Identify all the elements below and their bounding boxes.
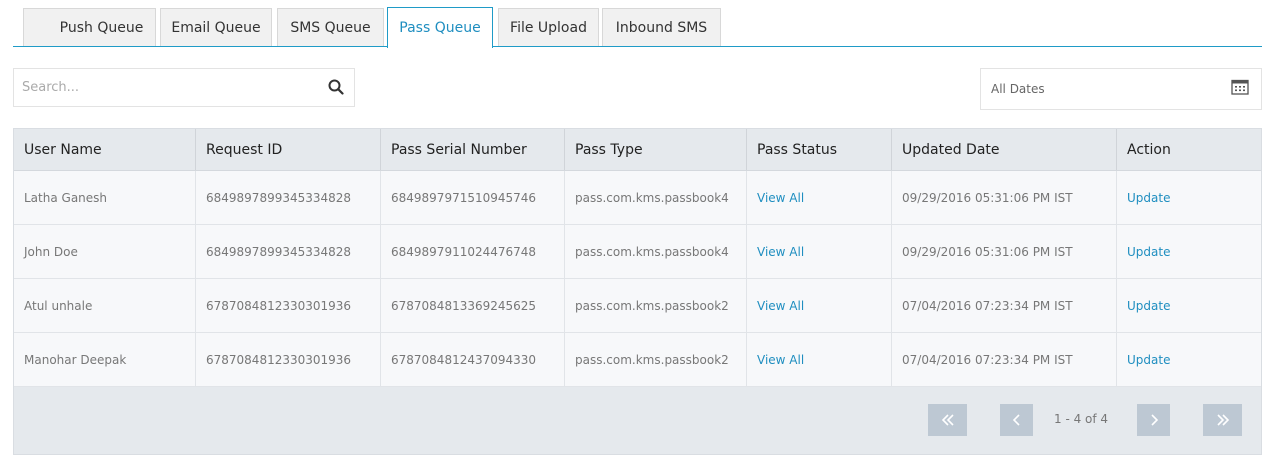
view-all-link[interactable]: View All — [747, 225, 892, 278]
pagination-info: 1 - 4 of 4 — [1054, 412, 1109, 426]
cell-user-name: Latha Ganesh — [14, 171, 196, 224]
table-row: John Doe 6849897899345334828 68498979110… — [14, 225, 1261, 279]
tab-sms-queue[interactable]: SMS Queue — [277, 8, 384, 46]
column-header-pass-type[interactable]: Pass Type — [565, 129, 747, 170]
calendar-icon[interactable] — [1231, 79, 1249, 95]
tab-file-upload[interactable]: File Upload — [498, 8, 599, 46]
first-page-button[interactable] — [928, 404, 967, 436]
chevron-left-icon — [1012, 414, 1020, 426]
cell-serial-number: 6849897911024476748 — [381, 225, 565, 278]
date-filter[interactable]: All Dates — [980, 68, 1262, 110]
pagination-bar: 1 - 4 of 4 — [14, 387, 1261, 454]
update-link[interactable]: Update — [1117, 225, 1261, 278]
cell-serial-number: 6787084813369245625 — [381, 279, 565, 332]
cell-pass-type: pass.com.kms.passbook4 — [565, 225, 747, 278]
pass-queue-table: User Name Request ID Pass Serial Number … — [13, 128, 1262, 455]
view-all-link[interactable]: View All — [747, 279, 892, 332]
update-link[interactable]: Update — [1117, 333, 1261, 386]
update-link[interactable]: Update — [1117, 171, 1261, 224]
cell-user-name: Atul unhale — [14, 279, 196, 332]
cell-request-id: 6787084812330301936 — [196, 333, 381, 386]
cell-updated-date: 07/04/2016 07:23:34 PM IST — [892, 333, 1117, 386]
table-row: Atul unhale 6787084812330301936 67870848… — [14, 279, 1261, 333]
chevron-right-icon — [1150, 414, 1158, 426]
column-header-updated-date[interactable]: Updated Date — [892, 129, 1117, 170]
search-icon[interactable] — [328, 79, 344, 95]
search-box — [13, 68, 355, 107]
cell-updated-date: 09/29/2016 05:31:06 PM IST — [892, 225, 1117, 278]
column-header-action: Action — [1127, 141, 1171, 158]
cell-serial-number: 6787084812437094330 — [381, 333, 565, 386]
update-link[interactable]: Update — [1117, 279, 1261, 332]
column-header-request-id[interactable]: Request ID — [196, 129, 381, 170]
date-filter-label: All Dates — [991, 82, 1045, 96]
cell-user-name: John Doe — [14, 225, 196, 278]
cell-request-id: 6849897899345334828 — [196, 225, 381, 278]
tab-inbound-sms[interactable]: Inbound SMS — [602, 8, 721, 46]
tab-push-queue[interactable]: Push Queue — [23, 8, 156, 46]
cell-serial-number: 6849897971510945746 — [381, 171, 565, 224]
cell-request-id: 6849897899345334828 — [196, 171, 381, 224]
tab-email-queue[interactable]: Email Queue — [160, 8, 272, 46]
view-all-link[interactable]: View All — [747, 333, 892, 386]
last-page-button[interactable] — [1203, 404, 1242, 436]
double-chevron-right-icon — [1216, 414, 1229, 426]
cell-pass-type: pass.com.kms.passbook2 — [565, 279, 747, 332]
cell-updated-date: 07/04/2016 07:23:34 PM IST — [892, 279, 1117, 332]
cell-pass-type: pass.com.kms.passbook2 — [565, 333, 747, 386]
table-row: Manohar Deepak 6787084812330301936 67870… — [14, 333, 1261, 387]
table-row: Latha Ganesh 6849897899345334828 6849897… — [14, 171, 1261, 225]
column-header-pass-status[interactable]: Pass Status — [747, 129, 892, 170]
column-header-pass-serial-number[interactable]: Pass Serial Number — [381, 129, 565, 170]
view-all-link[interactable]: View All — [747, 171, 892, 224]
cell-user-name: Manohar Deepak — [14, 333, 196, 386]
tab-bar: Push Queue Email Queue SMS Queue Pass Qu… — [13, 7, 1262, 48]
cell-request-id: 6787084812330301936 — [196, 279, 381, 332]
cell-updated-date: 09/29/2016 05:31:06 PM IST — [892, 171, 1117, 224]
cell-pass-type: pass.com.kms.passbook4 — [565, 171, 747, 224]
search-input[interactable] — [14, 69, 304, 106]
double-chevron-left-icon — [941, 414, 954, 426]
next-page-button[interactable] — [1137, 404, 1170, 436]
table-header: User Name Request ID Pass Serial Number … — [14, 129, 1261, 171]
column-header-user-name[interactable]: User Name — [14, 129, 196, 170]
previous-page-button[interactable] — [1000, 404, 1033, 436]
tab-pass-queue[interactable]: Pass Queue — [387, 7, 493, 48]
